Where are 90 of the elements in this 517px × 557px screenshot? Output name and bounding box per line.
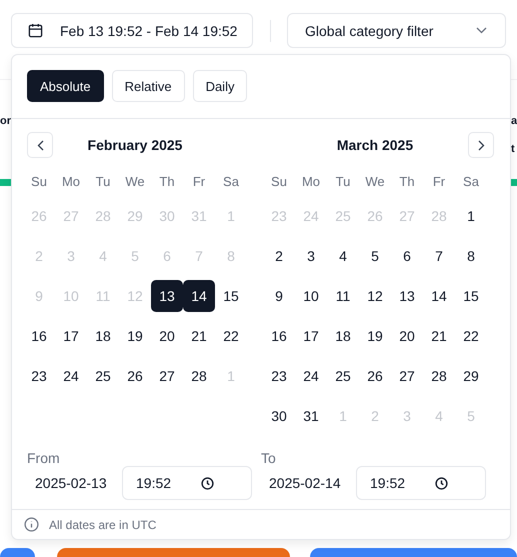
date-value: 2025-02-13: [34, 475, 108, 491]
accent-bar: [0, 179, 11, 186]
weekday-label: Mo: [300, 174, 322, 188]
heading-fragment: a: [511, 114, 517, 129]
previous-month-button[interactable]: [27, 132, 53, 158]
mode-tab[interactable]: Daily: [192, 70, 248, 102]
month-title: February 2025: [88, 137, 182, 153]
field-label: From: [27, 450, 61, 466]
calendar-day[interactable]: 31: [295, 400, 327, 432]
time-field[interactable]: 19:52: [356, 466, 486, 500]
time-field[interactable]: 19:52: [122, 466, 252, 500]
next-month-button[interactable]: [468, 132, 494, 158]
calendar-day[interactable]: 20: [391, 320, 423, 352]
calendar-day[interactable]: 30: [263, 400, 295, 432]
date-range-button[interactable]: Feb 13 19:52 - Feb 14 19:52: [11, 13, 253, 48]
calendar-day[interactable]: 17: [295, 320, 327, 352]
calendar-day[interactable]: 25: [87, 360, 119, 392]
calendar-icon: [28, 23, 43, 38]
category-filter-select[interactable]: Global category filter: [287, 13, 506, 48]
calendar-day[interactable]: 27: [151, 360, 183, 392]
calendar-day[interactable]: 1: [455, 200, 487, 232]
calendar-day[interactable]: 15: [215, 280, 247, 312]
clock-icon: [201, 476, 214, 490]
calendar-day[interactable]: 13: [391, 280, 423, 312]
calendar-day[interactable]: 6: [391, 240, 423, 272]
calendar-day[interactable]: 16: [263, 320, 295, 352]
calendar-day[interactable]: 23: [263, 360, 295, 392]
weekday-label: We: [124, 174, 146, 188]
weekday-label: We: [364, 174, 386, 188]
field-label: To: [261, 450, 277, 466]
weekday-label: Mo: [60, 174, 82, 188]
calendar-day[interactable]: 26: [359, 360, 391, 392]
chart-bar: [0, 548, 35, 557]
calendar-day[interactable]: 28: [423, 360, 455, 392]
weekday-label: Sa: [462, 174, 480, 188]
calendar-day[interactable]: 19: [359, 320, 391, 352]
weekday-label: Fr: [432, 174, 446, 188]
calendar-day[interactable]: 8: [455, 240, 487, 272]
weekday-label: Sa: [222, 174, 240, 188]
calendar-day[interactable]: 24: [295, 360, 327, 392]
accent-bar: [511, 179, 517, 186]
weekday-label: Tu: [334, 174, 352, 188]
weekday-label: Th: [158, 174, 176, 188]
calendar-day[interactable]: 21: [423, 320, 455, 352]
timezone-note: All dates are in UTC: [49, 518, 156, 532]
calendar-day[interactable]: 29: [455, 360, 487, 392]
calendar-day[interactable]: 28: [183, 360, 215, 392]
calendar-day[interactable]: 14: [183, 280, 215, 312]
calendar-day[interactable]: 18: [327, 320, 359, 352]
weekday-label: Tu: [94, 174, 112, 188]
calendar-day[interactable]: 9: [263, 280, 295, 312]
calendar-day[interactable]: 14: [423, 280, 455, 312]
weekday-label: Fr: [192, 174, 206, 188]
calendar-day[interactable]: 13: [151, 280, 183, 312]
calendar-day[interactable]: 7: [423, 240, 455, 272]
calendar-day[interactable]: 11: [327, 280, 359, 312]
calendar-day[interactable]: 2: [263, 240, 295, 272]
calendar-day[interactable]: 12: [359, 280, 391, 312]
calendar-day[interactable]: 3: [295, 240, 327, 272]
weekday-label: Su: [270, 174, 288, 188]
calendar-day[interactable]: 22: [215, 320, 247, 352]
calendar-day[interactable]: 22: [455, 320, 487, 352]
chevron-right-icon: [478, 140, 484, 150]
heading-fragment: t: [511, 142, 515, 157]
weekday-label: Th: [398, 174, 416, 188]
calendar-day[interactable]: 26: [119, 360, 151, 392]
month-title: March 2025: [336, 137, 414, 153]
calendar-day[interactable]: 16: [23, 320, 55, 352]
info-icon: [24, 517, 39, 532]
calendar-day[interactable]: 27: [391, 360, 423, 392]
calendar-day[interactable]: 17: [55, 320, 87, 352]
date-value: 2025-02-14: [268, 475, 342, 491]
calendar-day[interactable]: 23: [23, 360, 55, 392]
calendar-day[interactable]: 21: [183, 320, 215, 352]
heading-fragment: or: [0, 114, 11, 129]
calendar-day[interactable]: 5: [359, 240, 391, 272]
calendar-day[interactable]: 20: [151, 320, 183, 352]
calendar-day[interactable]: 10: [295, 280, 327, 312]
calendar-day[interactable]: 15: [455, 280, 487, 312]
calendar-day[interactable]: 24: [55, 360, 87, 392]
mode-tab[interactable]: Absolute: [27, 70, 104, 102]
mode-tab[interactable]: Relative: [112, 70, 185, 102]
clock-icon: [435, 476, 448, 490]
chevron-left-icon: [36, 140, 44, 150]
calendar-day[interactable]: 25: [327, 360, 359, 392]
calendar-day[interactable]: 4: [327, 240, 359, 272]
weekday-label: Su: [30, 174, 48, 188]
chevron-down-icon: [476, 27, 487, 34]
calendar-day[interactable]: 18: [87, 320, 119, 352]
calendar-day[interactable]: 19: [119, 320, 151, 352]
